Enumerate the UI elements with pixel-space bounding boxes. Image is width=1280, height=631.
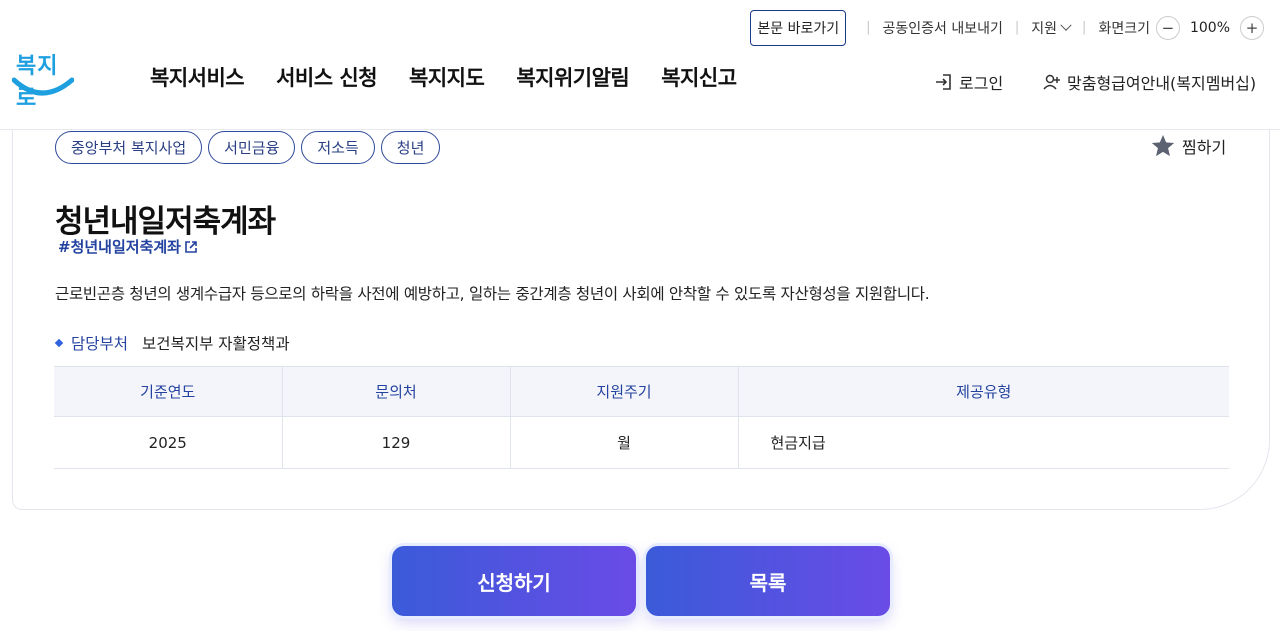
list-button[interactable]: 목록 <box>646 546 890 616</box>
page-title: 청년내일저축계좌 <box>55 204 276 240</box>
department-label: 담당부처 <box>71 335 129 353</box>
table-cell: 2025 <box>54 416 283 469</box>
membership-link[interactable]: 맞춤형급여안내(복지멤버십) <box>1042 70 1256 94</box>
divider: | <box>1014 20 1020 35</box>
table-cell: 현금지급 <box>738 416 1229 469</box>
favorite-button[interactable]: 찜하기 <box>1150 133 1226 159</box>
star-icon <box>1151 134 1175 157</box>
table-cell: 129 <box>282 416 511 469</box>
department-value: 보건복지부 자활정책과 <box>142 335 290 353</box>
favorite-label: 찜하기 <box>1182 138 1227 157</box>
zoom-value: 100% <box>1189 19 1230 36</box>
utility-bar: 본문 바로가기 | 공동인증서 내보내기 | 지원 | 화면크기 − 100% … <box>750 9 1270 46</box>
zoom-out-button[interactable]: − <box>1155 15 1180 40</box>
skip-to-content-link[interactable]: 본문 바로가기 <box>750 9 847 46</box>
support-label: 지원 <box>1031 20 1058 37</box>
table-row: 2025 129 월 현금지급 <box>54 416 1229 469</box>
tag-chip[interactable]: 중앙부처 복지사업 <box>55 131 203 164</box>
column-header: 문의처 <box>282 366 511 417</box>
apply-button[interactable]: 신청하기 <box>392 546 636 616</box>
login-label: 로그인 <box>959 74 1004 93</box>
service-info-table: 기준연도 문의처 지원주기 제공유형 2025 129 월 현금지급 <box>54 366 1229 469</box>
tag-chip[interactable]: 서민금융 <box>208 131 296 164</box>
external-link-icon <box>185 240 197 253</box>
table-cell: 월 <box>510 416 739 469</box>
login-link[interactable]: 로그인 <box>934 70 1003 94</box>
service-tags: 중앙부처 복지사업 서민금융 저소득 청년 <box>55 131 446 164</box>
site-header: 본문 바로가기 | 공동인증서 내보내기 | 지원 | 화면크기 − 100% … <box>0 0 1280 130</box>
main-nav: 복지서비스 서비스 신청 복지지도 복지위기알림 복지신고 <box>150 62 769 92</box>
cert-export-link[interactable]: 공동인증서 내보내기 <box>883 18 1003 38</box>
column-header: 기준연도 <box>54 366 283 417</box>
divider: | <box>866 20 871 35</box>
tag-chip[interactable]: 저소득 <box>301 131 375 164</box>
nav-welfare-services[interactable]: 복지서비스 <box>150 62 245 92</box>
site-logo[interactable]: 복지로 <box>12 48 74 111</box>
zoom-in-button[interactable]: + <box>1240 15 1264 40</box>
login-icon <box>936 74 951 90</box>
nav-service-apply[interactable]: 서비스 신청 <box>276 62 377 92</box>
hashtag-label: #청년내일저축계좌 <box>58 238 181 256</box>
user-add-icon <box>1043 74 1060 90</box>
service-description: 근로빈곤층 청년의 생계수급자 등으로의 하락을 사전에 예방하고, 일하는 중… <box>55 285 930 303</box>
nav-welfare-map[interactable]: 복지지도 <box>409 62 485 92</box>
membership-label: 맞춤형급여안내(복지멤버십) <box>1067 74 1257 93</box>
column-header: 제공유형 <box>738 366 1229 417</box>
column-header: 지원주기 <box>510 366 739 417</box>
nav-welfare-report[interactable]: 복지신고 <box>661 62 737 92</box>
divider: | <box>1082 20 1087 35</box>
nav-crisis-alert[interactable]: 복지위기알림 <box>516 62 629 92</box>
chevron-down-icon <box>1060 19 1072 31</box>
tag-chip[interactable]: 청년 <box>380 131 441 164</box>
logo-smile-icon <box>12 77 74 96</box>
department-info: 담당부처 보건복지부 자활정책과 <box>54 332 290 354</box>
zoom-label: 화면크기 <box>1098 20 1150 37</box>
hashtag-link[interactable]: #청년내일저축계좌 <box>58 236 198 257</box>
diamond-bullet-icon <box>54 338 64 348</box>
support-dropdown[interactable]: 지원 <box>1031 18 1072 38</box>
table-header-row: 기준연도 문의처 지원주기 제공유형 <box>54 366 1229 417</box>
